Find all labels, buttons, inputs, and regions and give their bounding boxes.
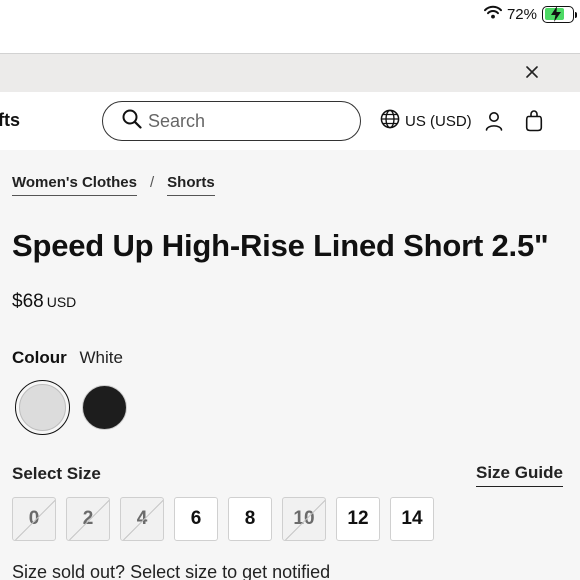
- locale-label: US (USD): [405, 112, 472, 130]
- browser-chrome: [0, 30, 580, 54]
- close-icon[interactable]: [522, 62, 542, 82]
- colour-row: Colour White: [12, 348, 123, 368]
- wifi-icon: [483, 5, 502, 23]
- globe-icon: [380, 109, 400, 133]
- battery-percent: 72%: [506, 5, 537, 23]
- size-option[interactable]: 12: [336, 497, 380, 541]
- search-icon[interactable]: [122, 109, 142, 134]
- battery-icon: [542, 5, 577, 23]
- account-icon[interactable]: [484, 111, 504, 136]
- status-bar: 72%: [0, 0, 580, 30]
- site-header: fts US (USD): [0, 92, 580, 150]
- size-option[interactable]: 4: [120, 497, 164, 541]
- breadcrumb-shorts[interactable]: Shorts: [167, 174, 215, 196]
- colour-label: Colour: [12, 348, 67, 367]
- nav-link-partial[interactable]: fts: [0, 110, 20, 131]
- product-title: Speed Up High-Rise Lined Short 2.5": [12, 228, 549, 263]
- search-box[interactable]: [102, 101, 361, 141]
- size-option[interactable]: 0: [12, 497, 56, 541]
- bag-icon[interactable]: [525, 110, 543, 137]
- sold-out-note: Size sold out? Select size to get notifi…: [12, 562, 331, 580]
- size-option[interactable]: 10: [282, 497, 326, 541]
- locale-selector[interactable]: US (USD): [380, 109, 472, 133]
- charging-bolt-icon: [551, 5, 561, 22]
- size-options: 0 2 4 6 8 10 12 14: [12, 497, 434, 541]
- swatch-fill-white: [19, 384, 66, 431]
- colour-swatch-black[interactable]: [82, 385, 127, 430]
- size-option[interactable]: 6: [174, 497, 218, 541]
- search-input[interactable]: [148, 110, 338, 132]
- colour-swatch-white[interactable]: [15, 380, 70, 435]
- size-guide-link[interactable]: Size Guide: [476, 463, 563, 487]
- product-price: $68 USD: [12, 291, 76, 313]
- breadcrumb: Women's Clothes / Shorts: [12, 174, 215, 196]
- price-currency: USD: [46, 294, 77, 310]
- breadcrumb-womens-clothes[interactable]: Women's Clothes: [12, 174, 137, 196]
- breadcrumb-separator: /: [149, 174, 155, 191]
- price-amount: $68: [12, 291, 44, 312]
- size-option[interactable]: 8: [228, 497, 272, 541]
- status-indicators: 72%: [483, 5, 577, 23]
- selected-colour: White: [79, 348, 123, 367]
- size-option[interactable]: 14: [390, 497, 434, 541]
- promo-banner: [0, 54, 580, 92]
- select-size-label: Select Size: [12, 464, 101, 483]
- size-option[interactable]: 2: [66, 497, 110, 541]
